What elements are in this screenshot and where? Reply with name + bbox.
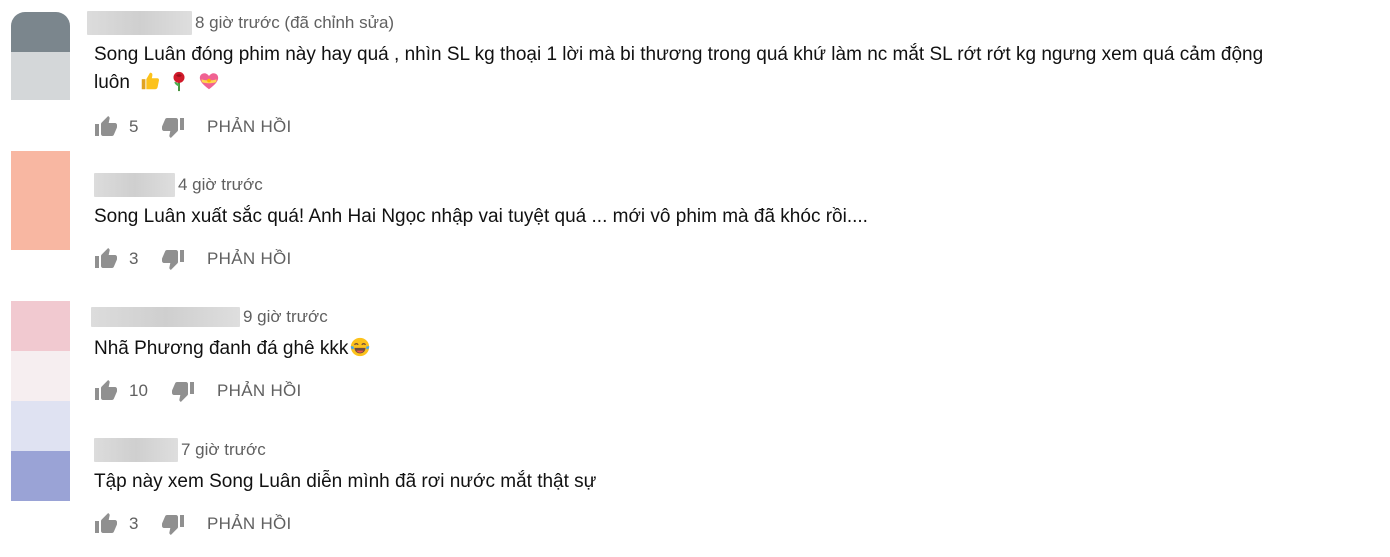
author-name-blurred[interactable] [91,307,240,327]
thumbs-up-icon[interactable] [94,247,118,271]
author-name-blurred[interactable] [87,11,192,35]
rose-emoji-icon [173,71,185,92]
reply-button[interactable]: PHẢN HỒI [217,381,302,401]
thumbs-up-icon[interactable] [94,512,118,536]
like-count: 3 [129,249,139,268]
comment-text-line: Song Luân xuất sắc quá! Anh Hai Ngọc nhậ… [94,206,868,227]
author-name-blurred[interactable] [94,173,175,197]
comment-actions: 3 PHẢN HỒI [94,247,292,271]
avatar[interactable] [11,151,70,250]
comment-text: Song Luân xuất sắc quá! Anh Hai Ngọc nhậ… [94,203,1344,231]
heart-with-ribbon-emoji-icon [199,73,218,90]
reply-button[interactable]: PHẢN HỒI [207,117,292,137]
comment-text: Tập này xem Song Luân diễn mình đã rơi n… [94,468,1344,496]
comment-text-body: Nhã Phương đanh đá ghê kkk [94,338,349,359]
comment-actions: 5 PHẢN HỒI [94,115,292,139]
comment-text-line: luôn [94,69,1344,97]
like-count: 5 [129,117,139,136]
thumbs-down-icon[interactable] [161,512,185,536]
comment-header: 9 giờ trước [91,305,328,329]
reply-button[interactable]: PHẢN HỒI [207,249,292,269]
avatar[interactable] [11,301,70,501]
comment-text-line: Nhã Phương đanh đá ghê kkk [94,335,1344,363]
like-count: 10 [129,381,148,400]
comment-actions: 10 PHẢN HỒI [94,379,302,403]
comment-text-line: Tập này xem Song Luân diễn mình đã rơi n… [94,471,597,492]
thumbs-down-icon[interactable] [161,115,185,139]
thumbs-up-icon[interactable] [94,115,118,139]
comment-text-tail: luôn [94,72,130,93]
comment-text: Nhã Phương đanh đá ghê kkk [94,335,1344,363]
comment-time[interactable]: 4 giờ trước [178,175,263,195]
comment-text: Song Luân đóng phim này hay quá , nhìn S… [94,41,1344,97]
comment-actions: 3 PHẢN HỒI [94,512,292,536]
comment-header: 4 giờ trước [94,173,263,197]
comment-time[interactable]: 8 giờ trước (đã chỉnh sửa) [195,13,394,33]
comment-time[interactable]: 7 giờ trước [181,440,266,460]
like-count: 3 [129,514,139,533]
comment-header: 7 giờ trước [94,438,266,462]
avatar[interactable] [11,12,70,100]
thumbs-up-emoji-icon [141,72,160,90]
thumbs-up-icon[interactable] [94,379,118,403]
author-name-blurred[interactable] [94,438,178,462]
comment-text-line: Song Luân đóng phim này hay quá , nhìn S… [94,44,1264,65]
tears-of-joy-emoji-icon [351,337,370,357]
thumbs-down-icon[interactable] [161,247,185,271]
comment-time[interactable]: 9 giờ trước [243,307,328,327]
reply-button[interactable]: PHẢN HỒI [207,514,292,534]
comment-header: 8 giờ trước (đã chỉnh sửa) [87,11,394,35]
thumbs-down-icon[interactable] [171,379,195,403]
